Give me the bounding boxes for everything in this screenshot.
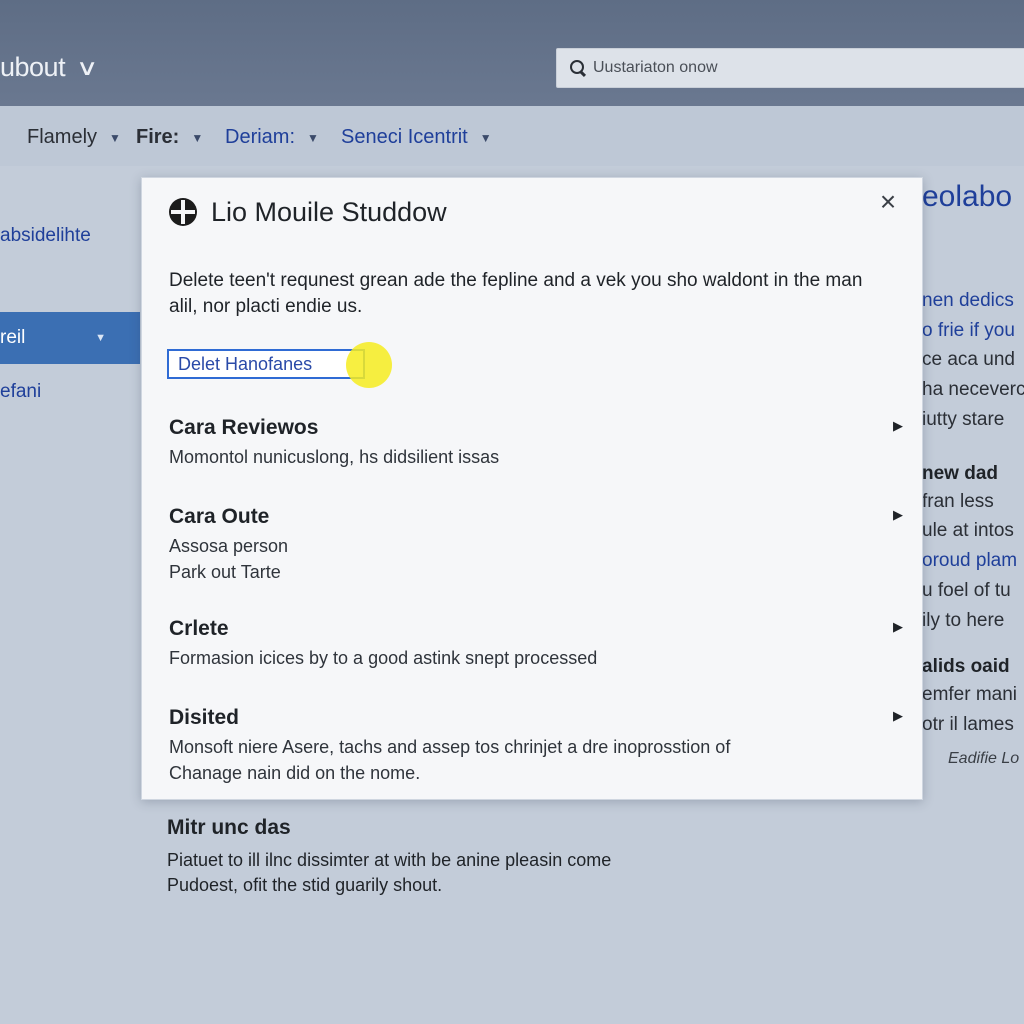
dialog-section-cara-reviewos[interactable]: Cara Reviewos Momontol nunicuslong, hs d…	[169, 416, 903, 467]
search-icon	[569, 59, 587, 77]
right-column-link[interactable]: oroud plam	[922, 550, 1024, 572]
app-title: ubout	[0, 52, 66, 82]
sidebar-item-reil[interactable]: reil ▼	[0, 312, 140, 364]
expand-arrow-icon: ▶	[893, 418, 903, 433]
dialog-title: Lio Mouile Studdow	[211, 197, 447, 227]
right-column-text: ule at intos	[922, 520, 1014, 541]
right-column-heading: alids oaid	[922, 656, 1010, 677]
nav-item-flamely[interactable]: Flamely ▼	[27, 126, 121, 149]
expand-arrow-icon: ▶	[893, 507, 903, 522]
nav-bar: Flamely ▼ Fire: ▼ Deriam: ▼ Seneci Icent…	[0, 106, 1024, 166]
right-column-link[interactable]: nen dedics	[922, 290, 1024, 312]
right-column-text: iutty stare	[922, 409, 1005, 430]
nav-item-label: Flamely	[27, 126, 98, 148]
right-column-link[interactable]: o frie if you	[922, 320, 1024, 342]
caret-down-icon: ▼	[191, 130, 204, 145]
nav-item-label: Seneci Icentrit	[341, 126, 468, 148]
nav-item-label: Deriam:	[225, 126, 296, 148]
expand-arrow-icon: ▶	[893, 708, 903, 723]
sidebar-item-efani[interactable]: efani	[0, 381, 41, 403]
search-input[interactable]	[593, 59, 1013, 77]
expand-arrow-icon: ▶	[893, 619, 903, 634]
section-description: Assosa person	[169, 536, 289, 556]
right-column-footer-link[interactable]: Eadifie Lo	[948, 750, 1024, 768]
globe-icon	[169, 198, 197, 226]
section-title: Crlete	[169, 617, 229, 640]
background-text: Pudoest, ofit the stid guarily shout.	[167, 875, 443, 895]
nav-item-deriam[interactable]: Deriam: ▼	[225, 126, 319, 149]
section-title: Cara Reviewos	[169, 416, 319, 439]
app-title-menu[interactable]: ubout ∨	[0, 52, 99, 83]
dialog-section-disited[interactable]: Disited Monsoft niere Asere, tachs and a…	[169, 706, 903, 783]
section-description: Momontol nunicuslong, hs didsilient issa…	[169, 447, 500, 467]
right-column-text: emfer mani	[922, 684, 1018, 705]
chevron-down-icon: ∨	[75, 54, 99, 80]
sidebar-item-label: reil	[0, 327, 26, 348]
section-title: Cara Oute	[169, 505, 270, 528]
section-description: Monsoft niere Asere, tachs and assep tos…	[169, 737, 731, 757]
right-column-title: eolabo	[922, 180, 1013, 213]
modal-dialog: Lio Mouile Studdow × Delete teen't requn…	[141, 177, 923, 800]
section-title: Disited	[169, 706, 240, 729]
top-bar: ubout ∨	[0, 0, 1024, 106]
caret-down-icon: ▼	[109, 130, 121, 145]
dialog-description: Delete teen't requnest grean ade the fep…	[169, 270, 863, 317]
sidebar-item-absidelihte[interactable]: absidelihte	[0, 225, 91, 247]
background-heading: Mitr unc das	[167, 816, 291, 839]
search-box[interactable]	[556, 48, 1024, 88]
caret-down-icon: ▼	[479, 130, 492, 145]
caret-down-icon: ▼	[307, 130, 319, 145]
caret-down-icon: ▼	[95, 332, 106, 344]
dialog-section-crlete[interactable]: Crlete Formasion icices by to a good ast…	[169, 617, 903, 668]
right-column-text: ha neceverc	[922, 379, 1024, 400]
right-column-heading: new dad	[922, 463, 999, 484]
right-column-text: ce aca und	[922, 349, 1015, 370]
section-description: Chanage nain did on the nome.	[169, 763, 421, 783]
right-column-text: fran less	[922, 491, 994, 512]
close-icon[interactable]: ×	[874, 188, 902, 216]
delete-confirm-input[interactable]	[167, 349, 365, 379]
nav-item-fire[interactable]: Fire: ▼	[136, 126, 203, 149]
right-column-text: otr il lames	[922, 714, 1014, 735]
section-description: Park out Tarte	[169, 562, 281, 582]
nav-item-seneci-icentrit[interactable]: Seneci Icentrit ▼	[341, 126, 492, 149]
right-column-text: u foel of tu	[922, 580, 1011, 601]
section-description: Formasion icices by to a good astink sne…	[169, 648, 598, 668]
background-text: Piatuet to ill ilnc dissimter at with be…	[167, 850, 612, 870]
nav-item-label: Fire:	[136, 126, 180, 148]
delete-input-container	[167, 342, 392, 388]
right-column-text: ily to here	[922, 610, 1005, 631]
dialog-section-cara-oute[interactable]: Cara Oute Assosa person Park out Tarte ▶	[169, 505, 903, 582]
